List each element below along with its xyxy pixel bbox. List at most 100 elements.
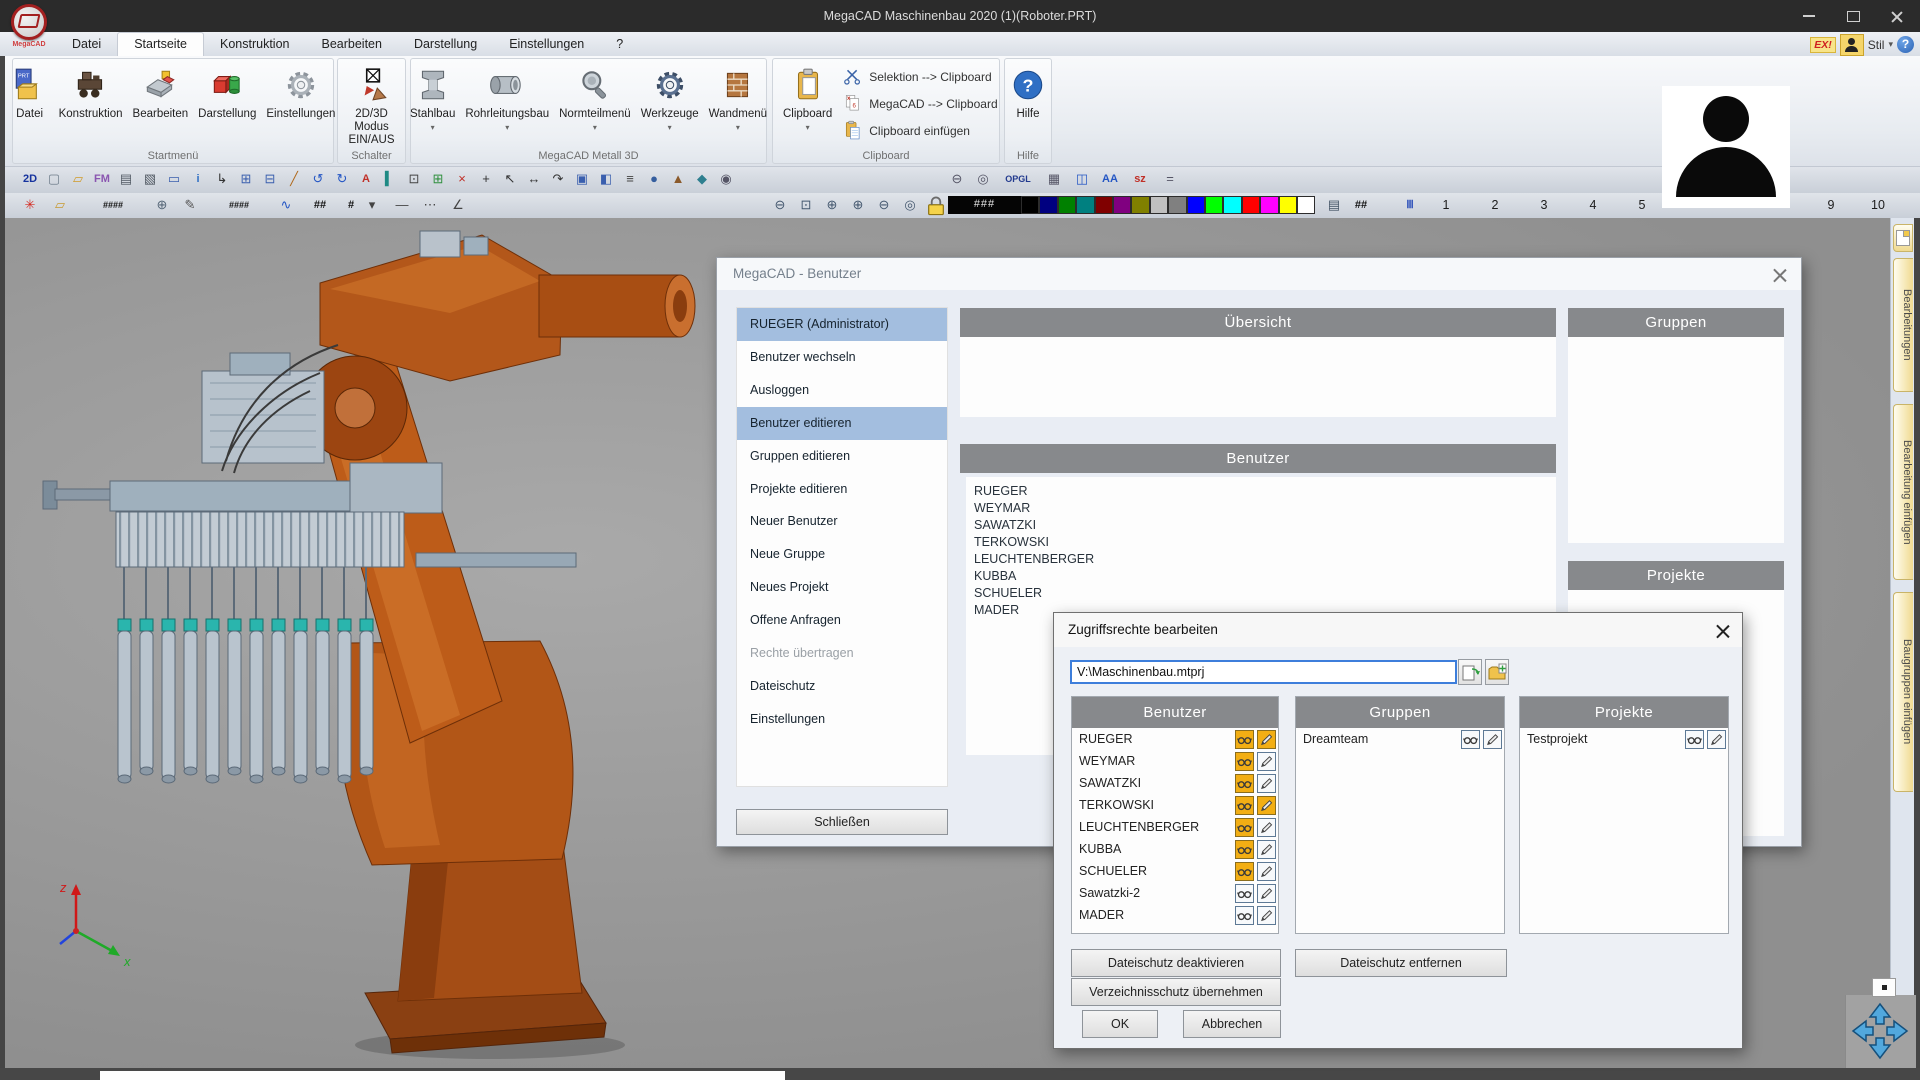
- import-icon[interactable]: ↳: [211, 169, 233, 189]
- ex-badge[interactable]: EX!: [1810, 37, 1836, 53]
- dateischutz-deaktivieren-button[interactable]: Dateischutz deaktivieren: [1071, 949, 1281, 977]
- redraw-star-icon[interactable]: ✳: [19, 195, 41, 215]
- glasses-icon[interactable]: [1235, 862, 1254, 881]
- zoom-out-icon[interactable]: ⊖: [769, 195, 791, 215]
- hash1-field[interactable]: #: [343, 195, 359, 215]
- 2d-3d-modus-button[interactable]: 2D/3D Modus EIN/AUS: [338, 61, 405, 149]
- hash-small-field[interactable]: ##: [1348, 195, 1374, 215]
- menu-item-startseite[interactable]: Startseite: [117, 32, 204, 56]
- prt-file-icon[interactable]: FM: [91, 169, 113, 189]
- add-folder-button[interactable]: [1485, 659, 1509, 685]
- bearbeiten-button[interactable]: Bearbeiten: [129, 61, 193, 123]
- view-number-3[interactable]: 3: [1533, 195, 1555, 215]
- darstellung-button[interactable]: Darstellung: [194, 61, 260, 123]
- view-number-1[interactable]: 1: [1435, 195, 1457, 215]
- normteilmen--button[interactable]: Normteilmenü▾: [555, 61, 635, 134]
- color-swatch[interactable]: [1205, 196, 1223, 214]
- clipboard-einf-gen-button[interactable]: Clipboard einfügen: [838, 119, 1001, 143]
- block-icon[interactable]: ◧: [595, 169, 617, 189]
- corner-dot-button[interactable]: [1872, 978, 1896, 997]
- move-icon[interactable]: ↔: [523, 169, 545, 189]
- persons-icon[interactable]: AA: [1099, 169, 1121, 189]
- hilfe-button[interactable]: ?Hilfe: [1005, 61, 1051, 123]
- screen-icon[interactable]: ⊡: [403, 169, 425, 189]
- note-icon[interactable]: [1893, 224, 1913, 252]
- sidebar-item-neues-projekt[interactable]: Neues Projekt: [737, 571, 947, 604]
- glasses-icon[interactable]: [1235, 906, 1254, 925]
- crosshair-icon[interactable]: +: [475, 169, 497, 189]
- stahlbau-button[interactable]: Stahlbau▾: [406, 61, 459, 134]
- color-swatch[interactable]: [1131, 196, 1149, 214]
- user-list-item[interactable]: SAWATZKI: [974, 517, 1556, 534]
- open-folder-icon[interactable]: ▱: [67, 169, 89, 189]
- close-button[interactable]: [1882, 6, 1912, 26]
- clipboard-button[interactable]: Clipboard▾: [779, 61, 836, 134]
- selektion-clipboard-button[interactable]: Selektion --> Clipboard: [838, 65, 1001, 89]
- sz-icon[interactable]: sz: [1129, 169, 1151, 189]
- user-list-item[interactable]: WEYMAR: [974, 500, 1556, 517]
- pan-control[interactable]: [1845, 995, 1916, 1068]
- sidebar-item-offene-anfragen[interactable]: Offene Anfragen: [737, 604, 947, 637]
- maximize-button[interactable]: [1838, 6, 1868, 26]
- glasses-icon[interactable]: [1235, 796, 1254, 815]
- pencil-icon[interactable]: [1483, 730, 1502, 749]
- angle-icon[interactable]: ∠: [447, 195, 469, 215]
- views-icon[interactable]: ◫: [1071, 169, 1093, 189]
- measure-pencil-icon[interactable]: ╱: [283, 169, 305, 189]
- chevron-down-icon[interactable]: ▾: [1888, 39, 1893, 50]
- screen-green-icon[interactable]: ⊞: [427, 169, 449, 189]
- sidebar-item-dateischutz[interactable]: Dateischutz: [737, 670, 947, 703]
- konstruktion-button[interactable]: Konstruktion: [55, 61, 127, 123]
- pencil-icon[interactable]: [1257, 840, 1276, 859]
- help-circle-icon[interactable]: ?: [1897, 36, 1914, 53]
- color-swatch[interactable]: [1242, 196, 1260, 214]
- new-file-button[interactable]: [1458, 659, 1482, 685]
- pan-arrows-icon[interactable]: [1849, 1000, 1911, 1062]
- sidebar-item-rueger-administrator-[interactable]: RUEGER (Administrator): [737, 308, 947, 341]
- stil-menu[interactable]: Stil: [1868, 38, 1885, 52]
- folder-small-icon[interactable]: ▱: [49, 195, 71, 215]
- user-badge-icon[interactable]: [1840, 34, 1864, 56]
- color-swatch[interactable]: [1150, 196, 1168, 214]
- color-swatch[interactable]: [1260, 196, 1278, 214]
- ruler-icon[interactable]: ▍: [379, 169, 401, 189]
- sidebar-item-gruppen-editieren[interactable]: Gruppen editieren: [737, 440, 947, 473]
- user-list-item[interactable]: SCHUELER: [974, 585, 1556, 602]
- glasses-icon[interactable]: [1461, 730, 1480, 749]
- sheet-icon[interactable]: ⊟: [259, 169, 281, 189]
- rohrleitungsbau-button[interactable]: Rohrleitungsbau▾: [461, 61, 553, 134]
- sidebar-item-benutzer-wechseln[interactable]: Benutzer wechseln: [737, 341, 947, 374]
- view-number-9[interactable]: 9: [1820, 195, 1842, 215]
- undo-icon[interactable]: ↺: [307, 169, 329, 189]
- pencil-icon[interactable]: [1257, 796, 1276, 815]
- user-list-item[interactable]: RUEGER: [974, 483, 1556, 500]
- close-icon[interactable]: [1716, 623, 1730, 637]
- sidebar-item-projekte-editieren[interactable]: Projekte editieren: [737, 473, 947, 506]
- zoom-window-icon[interactable]: ⊡: [795, 195, 817, 215]
- layers-icon[interactable]: ≡: [619, 169, 641, 189]
- lock-icon[interactable]: [925, 195, 947, 215]
- glasses-icon[interactable]: [1235, 774, 1254, 793]
- view-number-10[interactable]: 10: [1867, 195, 1889, 215]
- glasses-icon[interactable]: [1235, 884, 1254, 903]
- wave-icon[interactable]: ∿: [275, 195, 297, 215]
- group-icon[interactable]: ▣: [571, 169, 593, 189]
- print-icon[interactable]: ▤: [115, 169, 137, 189]
- pen-icon[interactable]: ✎: [179, 195, 201, 215]
- cylinder-icon[interactable]: ◉: [715, 169, 737, 189]
- sidebar-item-neue-gruppe[interactable]: Neue Gruppe: [737, 538, 947, 571]
- glasses-icon[interactable]: [1235, 818, 1254, 837]
- side-tab-baugruppen-einf-gen[interactable]: Baugruppen einfügen: [1893, 592, 1913, 792]
- redo-icon[interactable]: ↻: [331, 169, 353, 189]
- color-swatch[interactable]: [1223, 196, 1241, 214]
- frame-icon[interactable]: ▭: [163, 169, 185, 189]
- glasses-icon[interactable]: [1235, 752, 1254, 771]
- hatch-field-b[interactable]: ####: [211, 195, 267, 215]
- keyboard-icon[interactable]: ▤: [1323, 195, 1345, 215]
- color-swatch[interactable]: [1187, 196, 1205, 214]
- dash-icon[interactable]: —: [391, 195, 413, 215]
- cone-icon[interactable]: ▲: [667, 169, 689, 189]
- render-icon[interactable]: ▦: [1043, 169, 1065, 189]
- table-icon[interactable]: ⊞: [235, 169, 257, 189]
- werkzeuge-button[interactable]: Werkzeuge▾: [637, 61, 703, 134]
